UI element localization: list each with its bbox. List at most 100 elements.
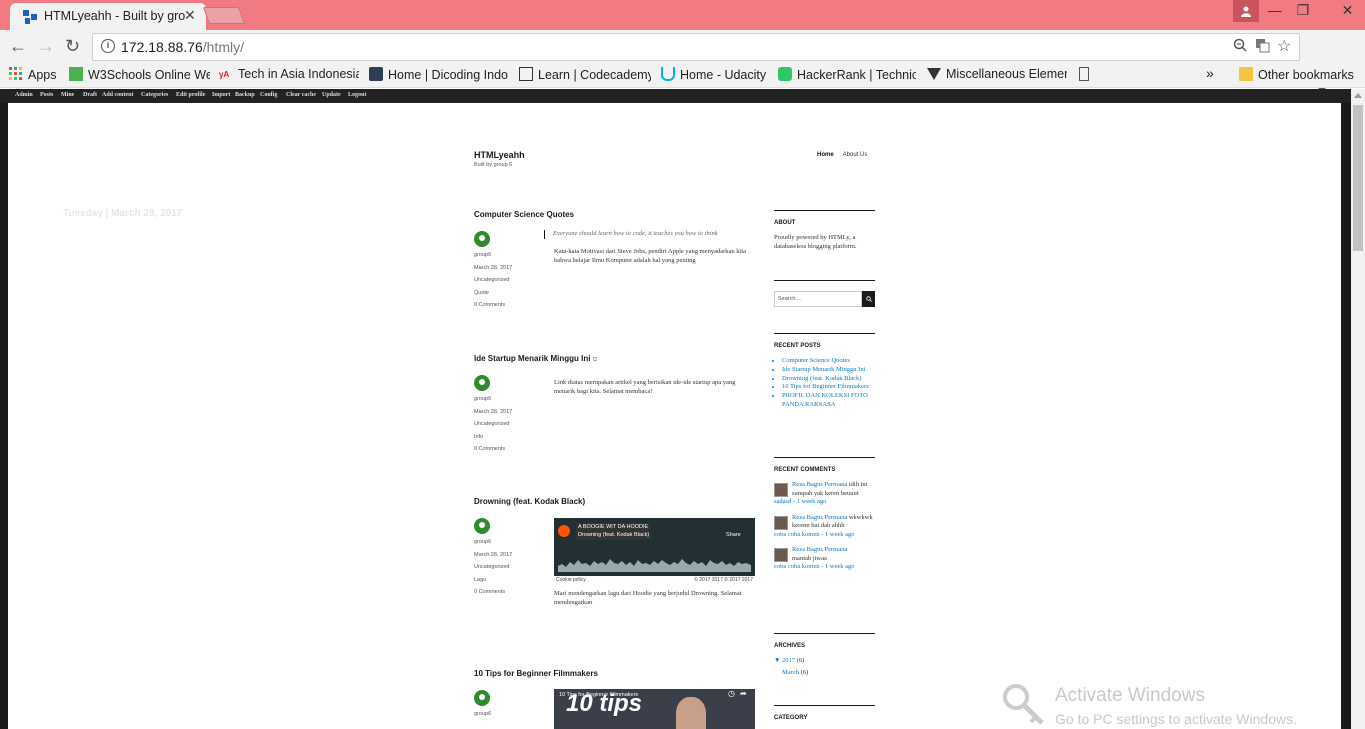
category-heading: CATEGORY bbox=[774, 705, 875, 721]
bookmark-techinasia[interactable]: ᵞᴬ Tech in Asia Indonesia bbox=[219, 67, 359, 84]
bookmark-codecademy[interactable]: Learn | Codecademy bbox=[519, 67, 651, 84]
post-author[interactable]: group6 bbox=[474, 252, 544, 258]
back-icon[interactable]: ← bbox=[9, 36, 27, 56]
more-bookmarks-icon[interactable]: » bbox=[1206, 65, 1214, 82]
soundcloud-embed[interactable]: A BOOGIE WIT DA HOODIE Drowning (feat. K… bbox=[554, 518, 755, 576]
admin-link-backup[interactable]: Backup bbox=[235, 92, 255, 98]
bookmark-dicoding[interactable]: Home | Dicoding Indo bbox=[369, 67, 509, 84]
zoom-icon[interactable] bbox=[1233, 38, 1247, 56]
search-input[interactable]: Search ... bbox=[774, 291, 862, 307]
post-category[interactable]: Uncategorized bbox=[474, 277, 544, 283]
admin-link-update[interactable]: Update bbox=[322, 92, 341, 98]
browser-tab[interactable]: HTMLyeahh - Built by gro ✕ bbox=[10, 3, 206, 30]
recent-post-link[interactable]: Computer Science Quotes bbox=[782, 357, 875, 366]
comment-source[interactable]: coba coba komen - 1 week ago bbox=[774, 563, 875, 572]
w3schools-icon bbox=[69, 67, 83, 81]
comment-author[interactable]: Reza Bagus Permana bbox=[792, 546, 847, 553]
comment-author[interactable]: Reza Bagus Permana bbox=[792, 514, 847, 521]
comment-source[interactable]: sadasd - 1 week ago bbox=[774, 498, 875, 507]
post-type[interactable]: Lagu bbox=[474, 577, 544, 583]
admin-link-add-content[interactable]: Add content bbox=[102, 92, 134, 98]
page-scrollbar[interactable] bbox=[1351, 89, 1365, 729]
post-type[interactable]: Quote bbox=[474, 290, 544, 296]
minimize-icon[interactable]: — bbox=[1260, 0, 1290, 22]
translate-icon[interactable] bbox=[1255, 38, 1270, 57]
scrollbar-thumb[interactable] bbox=[1353, 105, 1363, 251]
author-avatar bbox=[474, 375, 490, 391]
share-icon[interactable]: ➦ bbox=[740, 689, 747, 699]
dicoding-icon bbox=[369, 67, 383, 81]
nav-home[interactable]: Home bbox=[817, 152, 834, 158]
comment-source[interactable]: coba coba komen - 1 week ago bbox=[774, 531, 875, 540]
post-title[interactable]: Drowning (feat. Kodak Black) bbox=[474, 497, 759, 506]
recent-post-link[interactable]: Ide Startup Menarik Minggu Ini bbox=[782, 366, 875, 375]
post-comments[interactable]: 0 Comments bbox=[474, 446, 544, 452]
site-description: Built by group 6 bbox=[474, 162, 513, 168]
admin-link-import[interactable]: Import bbox=[212, 92, 230, 98]
admin-link-mine[interactable]: Mine bbox=[61, 92, 74, 98]
bookmark-w3schools[interactable]: W3Schools Online We bbox=[69, 67, 210, 84]
scroll-up-icon[interactable] bbox=[1354, 93, 1362, 98]
waveform[interactable] bbox=[558, 554, 751, 572]
new-tab-button[interactable] bbox=[202, 7, 246, 24]
admin-link-edit-profile[interactable]: Edit profile bbox=[176, 92, 205, 98]
tab-close-icon[interactable]: ✕ bbox=[184, 7, 196, 24]
post-author[interactable]: group6 bbox=[474, 711, 544, 717]
youtube-embed[interactable]: 10 Tips for Beginner Filmmakers 10 tips … bbox=[554, 689, 755, 729]
post-category[interactable]: Uncategorized bbox=[474, 421, 544, 427]
bookmark-hackerrank[interactable]: HackerRank | Technica bbox=[778, 67, 916, 84]
post-author[interactable]: group6 bbox=[474, 396, 544, 402]
recent-post-link[interactable]: PROFIL DAN KOLEKSI FOTO PANDA RAKSASA bbox=[782, 392, 875, 410]
post-date[interactable]: March 28, 2017 bbox=[474, 552, 544, 558]
play-icon[interactable] bbox=[558, 525, 570, 537]
archive-year[interactable]: ▼ 2017 (6) bbox=[774, 657, 875, 666]
recent-post-link[interactable]: 10 Tips for Beginner Filmmakers bbox=[782, 383, 875, 392]
video-thumbnail-text: 10 tips bbox=[566, 690, 643, 717]
admin-link-config[interactable]: Config bbox=[260, 92, 277, 98]
admin-link-categories[interactable]: Categories bbox=[141, 92, 168, 98]
embed-share-button[interactable]: Share bbox=[726, 531, 741, 540]
post-title[interactable]: 10 Tips for Beginner Filmmakers bbox=[474, 669, 759, 678]
bookmark-other[interactable]: Other bookmarks bbox=[1239, 67, 1354, 84]
url-text[interactable]: 172.18.88.76/htmly/ bbox=[121, 39, 244, 55]
post-comments[interactable]: 0 Comments bbox=[474, 589, 544, 595]
post-comments[interactable]: 0 Comments bbox=[474, 302, 544, 308]
post-author[interactable]: group6 bbox=[474, 539, 544, 545]
post-type[interactable]: Info bbox=[474, 434, 544, 440]
forward-icon[interactable]: → bbox=[37, 36, 55, 56]
comment-author[interactable]: Reza Bagus Permana bbox=[792, 481, 847, 488]
recent-post-link[interactable]: Drowning (feat. Kodak Black) bbox=[782, 375, 875, 384]
bookmark-miscellaneous[interactable]: Miscellaneous Elemen bbox=[927, 67, 1067, 84]
admin-link-admin[interactable]: Admin bbox=[15, 92, 33, 98]
author-avatar bbox=[474, 690, 490, 706]
post-date[interactable]: March 28, 2017 bbox=[474, 265, 544, 271]
reload-icon[interactable]: ↻ bbox=[65, 36, 80, 56]
post-title[interactable]: Computer Science Quotes bbox=[474, 210, 759, 219]
post-quote: Everyone should learn how to code, it te… bbox=[544, 230, 755, 239]
bookmark-udacity[interactable]: Home - Udacity bbox=[661, 67, 769, 84]
bookmark-apps[interactable]: Apps bbox=[9, 67, 57, 84]
close-window-icon[interactable]: ✕ bbox=[1330, 0, 1365, 22]
address-bar[interactable]: i 172.18.88.76/htmly/ ☆ bbox=[92, 33, 1300, 61]
maximize-icon[interactable]: ❐ bbox=[1288, 0, 1318, 22]
bookmark-star-icon[interactable]: ☆ bbox=[1277, 36, 1291, 56]
admin-link-draft[interactable]: Draft bbox=[83, 92, 97, 98]
admin-link-clear-cache[interactable]: Clear cache bbox=[286, 92, 316, 98]
site-title[interactable]: HTMLyeahh bbox=[474, 150, 525, 160]
admin-link-logout[interactable]: Logout bbox=[348, 92, 366, 98]
embed-track[interactable]: Drowning (feat. Kodak Black) bbox=[576, 531, 652, 540]
cookie-policy-link[interactable]: Cookie policy bbox=[556, 576, 586, 585]
bookmark-blank-page-icon[interactable] bbox=[1079, 67, 1094, 84]
archive-month[interactable]: March (6) bbox=[774, 669, 875, 678]
post-meta: group6 March 28, 2017 Uncategorized Quot… bbox=[474, 231, 544, 315]
post-category[interactable]: Uncategorized bbox=[474, 564, 544, 570]
post-title[interactable]: Ide Startup Menarik Minggu Ini ⧉ bbox=[474, 354, 759, 364]
post-date[interactable]: March 28, 2017 bbox=[474, 409, 544, 415]
info-icon[interactable]: i bbox=[101, 39, 115, 53]
admin-link-posts[interactable]: Posts bbox=[40, 92, 53, 98]
key-icon bbox=[1003, 684, 1044, 725]
search-icon[interactable] bbox=[862, 291, 875, 307]
user-profile-icon[interactable] bbox=[1233, 0, 1259, 22]
watch-later-icon[interactable]: ◷ bbox=[728, 689, 735, 699]
nav-about-us[interactable]: About Us bbox=[843, 152, 868, 158]
